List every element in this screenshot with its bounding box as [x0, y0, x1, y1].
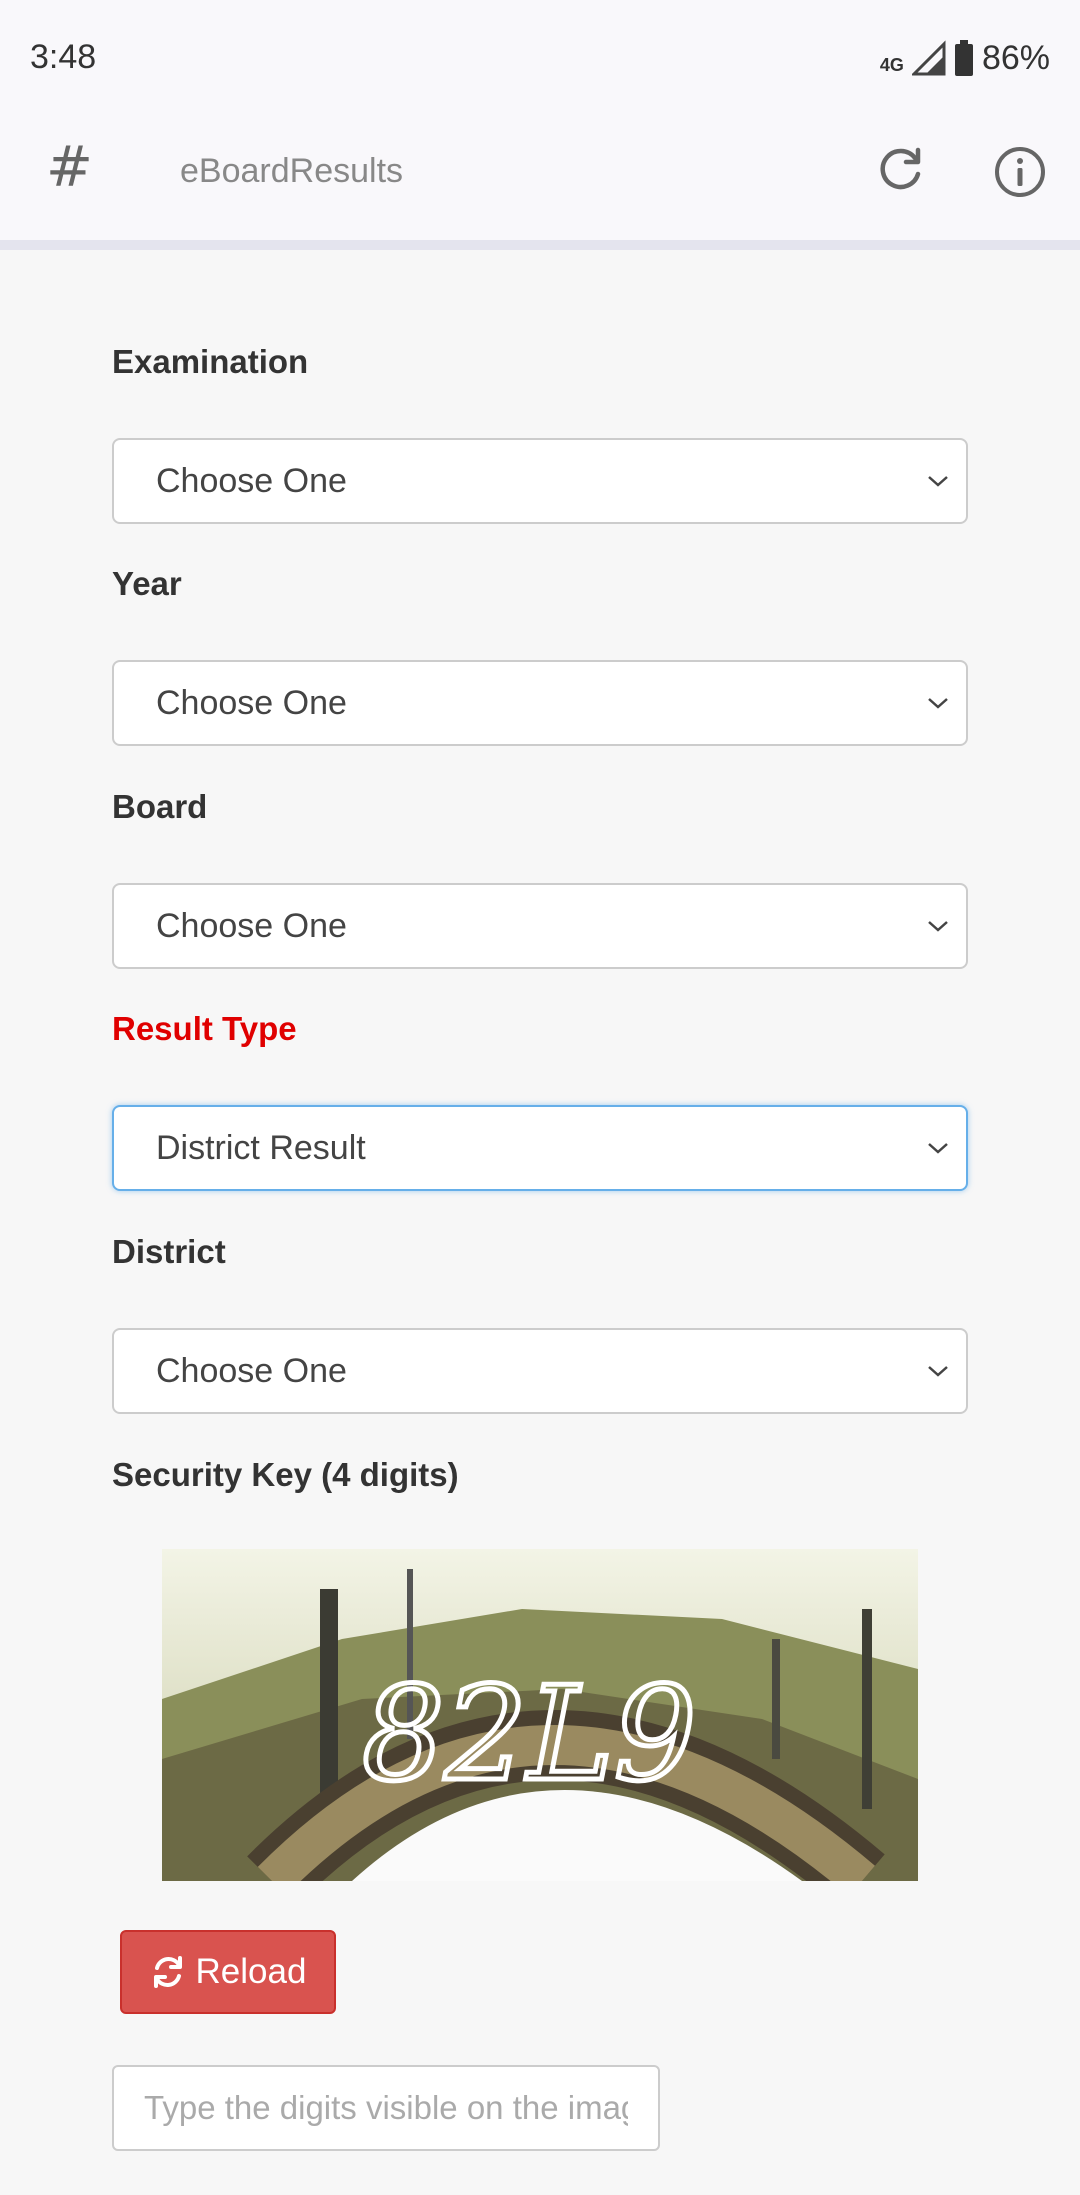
result-type-label: Result Type — [112, 1010, 297, 1047]
app-bar-divider — [0, 240, 1080, 250]
status-time: 3:48 — [30, 38, 97, 76]
district-label: District — [112, 1233, 226, 1270]
battery-percent: 86% — [981, 38, 1050, 77]
reload-button[interactable]: Reload — [120, 1930, 336, 2014]
security-key-label: Security Key (4 digits) — [112, 1456, 459, 1493]
app-title: eBoardResults — [180, 152, 404, 190]
district-value: Choose One — [156, 1352, 347, 1390]
year-select[interactable]: Choose One — [112, 660, 968, 746]
chevron-down-icon — [928, 921, 948, 932]
refresh-icon — [153, 1956, 182, 1988]
info-icon[interactable] — [992, 144, 1048, 200]
chevron-down-icon — [928, 1366, 948, 1377]
refresh-icon[interactable] — [874, 144, 926, 196]
year-label: Year — [112, 565, 182, 602]
status-bar: 3:48 4G 86% — [0, 0, 1080, 118]
network-type: 4G — [879, 54, 904, 75]
chevron-down-icon — [928, 476, 948, 487]
chevron-down-icon — [928, 698, 948, 709]
result-type-value: District Result — [156, 1129, 366, 1167]
result-type-select[interactable]: District Result — [112, 1105, 968, 1191]
battery-icon — [954, 40, 973, 76]
board-value: Choose One — [156, 907, 347, 945]
board-label: Board — [112, 788, 208, 825]
examination-value: Choose One — [156, 462, 347, 500]
captcha-image: 82L9 — [162, 1549, 918, 1881]
signal-icon — [911, 40, 946, 76]
examination-select[interactable]: Choose One — [112, 438, 968, 524]
captcha-digits: 82L9 — [362, 1658, 696, 1810]
hash-icon[interactable]: # — [46, 135, 93, 200]
reload-label: Reload — [195, 1952, 307, 1991]
security-key-input[interactable] — [112, 2065, 660, 2151]
examination-label: Examination — [112, 343, 309, 380]
year-value: Choose One — [156, 684, 347, 722]
chevron-down-icon — [928, 1143, 948, 1154]
status-icons: 4G 86% — [880, 36, 1050, 80]
district-select[interactable]: Choose One — [112, 1328, 968, 1414]
board-select[interactable]: Choose One — [112, 883, 968, 969]
